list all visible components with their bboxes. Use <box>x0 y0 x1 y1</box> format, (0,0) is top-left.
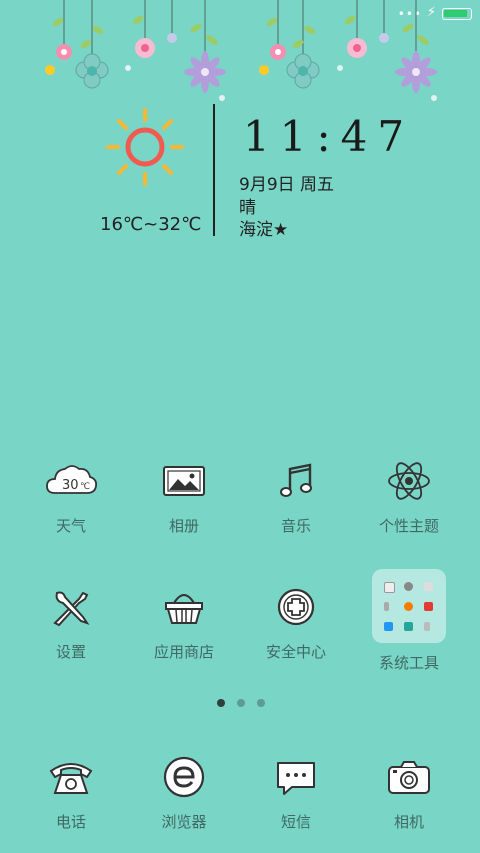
browser-e-icon <box>163 756 205 798</box>
mini-app-icon <box>404 582 413 591</box>
app-label: 相机 <box>393 813 424 831</box>
page-dot[interactable] <box>237 699 245 707</box>
weather-cloud-icon: 30 ℃ <box>46 465 98 494</box>
mini-app-icon <box>384 622 393 631</box>
music-note-icon <box>280 463 312 497</box>
hanging-flowers-decoration <box>45 0 437 101</box>
app-label: 安全中心 <box>265 643 326 661</box>
gallery-icon <box>163 466 205 496</box>
shield-plus-icon <box>277 588 315 626</box>
folder-system-tools[interactable]: 系统工具 <box>359 569 459 673</box>
telephone-icon <box>49 763 93 794</box>
app-label: 短信 <box>280 813 311 831</box>
app-security[interactable]: 安全中心 <box>246 579 346 662</box>
dock-messages[interactable]: 短信 <box>246 749 346 832</box>
app-themes[interactable]: 个性主题 <box>359 453 459 536</box>
mini-app-icon <box>424 582 433 591</box>
atom-icon <box>388 462 430 500</box>
tools-icon <box>53 591 90 627</box>
app-music[interactable]: 音乐 <box>246 453 346 536</box>
page-indicator[interactable] <box>0 699 480 711</box>
message-bubble-icon <box>277 762 315 795</box>
app-gallery[interactable]: 相册 <box>134 453 234 536</box>
mini-app-icon <box>384 602 389 611</box>
dock-phone[interactable]: 电话 <box>21 749 121 832</box>
shopping-basket-icon <box>165 594 203 624</box>
page-dot-active[interactable] <box>217 699 225 707</box>
mini-app-icon <box>404 602 413 611</box>
mini-app-icon <box>384 582 395 593</box>
app-label: 系统工具 <box>378 654 439 672</box>
widget-divider <box>213 104 215 236</box>
app-label: 相册 <box>168 517 199 535</box>
mini-app-icon <box>424 602 433 611</box>
app-weather[interactable]: 30 ℃ 天气 <box>21 453 121 536</box>
location-text: 海淀★ <box>239 220 289 240</box>
clock-time[interactable]: 11:47 <box>243 112 414 161</box>
app-label: 天气 <box>55 517 86 535</box>
app-store[interactable]: 应用商店 <box>134 579 234 662</box>
app-settings[interactable]: 设置 <box>21 579 121 662</box>
temperature-range: 16℃~32℃ <box>100 214 202 235</box>
app-label: 设置 <box>55 643 86 661</box>
mini-app-icon <box>404 622 413 631</box>
dock-browser[interactable]: 浏览器 <box>134 749 234 832</box>
app-label: 电话 <box>55 813 86 831</box>
date-text: 9月9日 周五 <box>239 175 335 195</box>
camera-icon <box>388 761 430 794</box>
mini-app-icon <box>424 622 430 631</box>
app-label: 个性主题 <box>378 517 439 535</box>
sun-icon <box>106 108 184 186</box>
dock-camera[interactable]: 相机 <box>359 749 459 832</box>
svg-text:30: 30 <box>62 478 79 493</box>
app-label: 应用商店 <box>153 643 214 661</box>
svg-text:℃: ℃ <box>80 482 90 492</box>
folder-icon <box>372 569 446 643</box>
app-label: 音乐 <box>280 517 311 535</box>
app-label: 浏览器 <box>161 813 207 831</box>
page-dot[interactable] <box>257 699 265 707</box>
